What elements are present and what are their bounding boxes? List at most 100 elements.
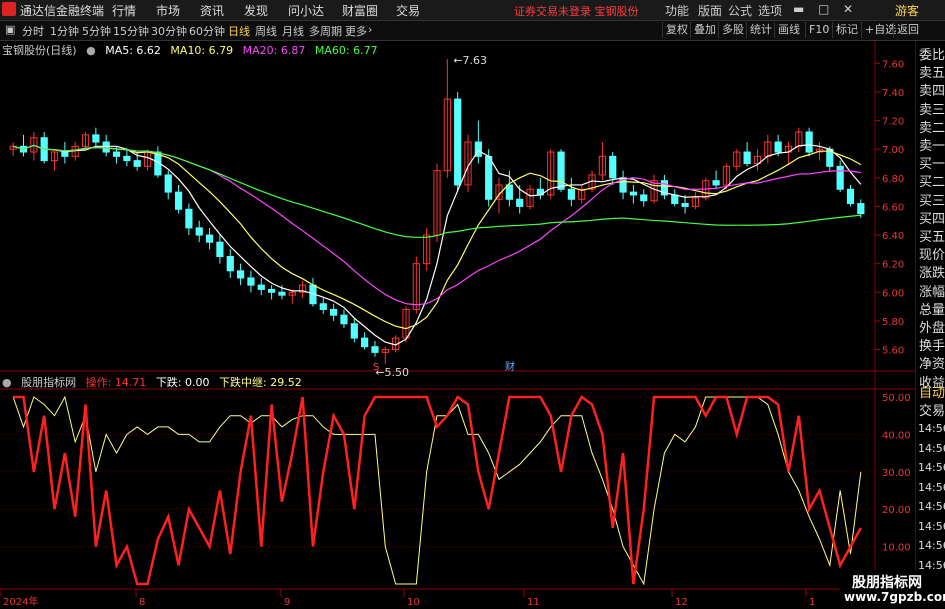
tool-fanhui[interactable]: 返回 (893, 22, 922, 38)
guest-label[interactable]: 游客 (895, 2, 919, 19)
menu-item-hangqing[interactable]: 行情 (112, 2, 136, 19)
quote-label: 买四 (919, 211, 945, 227)
low-price-label: ←5.50 (375, 366, 409, 379)
candle-body (505, 184, 513, 200)
indicator-name: 股朋指标网 (21, 376, 77, 389)
menu-bar: 通达信金融终端 行情 市场 资讯 发现 问小达 财富圈 交易 证券交易未登录 宝… (0, 0, 945, 21)
candle-body (112, 151, 121, 157)
maximize-icon[interactable]: □ (818, 2, 829, 16)
period-1min[interactable]: 1分钟 (50, 23, 79, 39)
app-title: 通达信金融终端 (20, 4, 105, 18)
indicator-tick-label: 10.00 (882, 543, 911, 554)
quote-label: 卖一 (919, 139, 945, 154)
candle-body (236, 270, 245, 279)
tool-f10[interactable]: F10 (805, 22, 832, 38)
period-daily[interactable]: 日线 (228, 23, 250, 39)
candle-body (454, 98, 462, 186)
candle-body (774, 141, 782, 153)
trade-time: 14:56 (918, 461, 945, 474)
quote-label: 买一 (919, 157, 945, 173)
period-30min[interactable]: 30分钟 (151, 23, 187, 39)
price-tick-label: 7.00 (882, 145, 904, 156)
menu-item-jiaoyi[interactable]: 交易 (396, 2, 420, 19)
menu-item-shichang[interactable]: 市场 (156, 2, 180, 19)
menu-item-xuanxiang[interactable]: 选项 (758, 2, 782, 19)
menu-item-zixun[interactable]: 资讯 (200, 2, 224, 19)
price-tick-label: 5.80 (882, 317, 904, 328)
quote-label: 卖四 (919, 84, 945, 100)
quote-panel: 委比 卖五 卖四 卖三 卖二 卖一 买一 买二 买三 买四 买五 现价 涨跌 涨幅 总量 外盘 换手 净资 收益 自动… (915, 41, 945, 609)
candles (9, 59, 865, 364)
x-tick-label: 9 (284, 597, 290, 608)
menu-item-caifuquan[interactable]: 财富圈 (342, 2, 378, 19)
candle-body (609, 155, 617, 179)
stock-info-bar: 宝钢股份(日线) ● MA5: 6.62 MA10: 6.79 MA20: 6.… (2, 42, 384, 58)
chevron-right-icon[interactable]: › (368, 23, 372, 36)
menu-item-faxian[interactable]: 发现 (244, 2, 268, 19)
trade-time: 14:56 (918, 539, 945, 552)
period-60min[interactable]: 60分钟 (189, 23, 225, 39)
menu-item-gongshi[interactable]: 公式 (728, 2, 752, 19)
tool-diejia[interactable]: 叠加 (690, 22, 719, 38)
period-5min[interactable]: 5分钟 (82, 23, 111, 39)
finance-marker: 财 (505, 360, 515, 373)
tool-fuquan[interactable]: 复权 (662, 22, 691, 38)
candle-body (671, 194, 679, 205)
candle-body (330, 308, 338, 316)
candle-body (857, 203, 865, 215)
ma20-label: MA20: 6.87 (242, 44, 306, 57)
high-price-label: ←7.63 (453, 54, 487, 67)
tool-duogu[interactable]: 多股 (718, 22, 747, 38)
x-tick-label: 10 (407, 597, 420, 608)
candle-body (712, 180, 720, 186)
price-tick-label: 7.60 (882, 59, 904, 70)
period-multi[interactable]: 多周期 (309, 23, 342, 39)
indicator-op: 操作: 14.71 (85, 376, 147, 389)
candle-body (185, 208, 193, 229)
period-weekly[interactable]: 周线 (255, 23, 277, 39)
candle-body (61, 151, 69, 157)
period-monthly[interactable]: 月线 (282, 23, 304, 39)
indicator-tick-label: 30.00 (882, 468, 911, 479)
menu-item-banmian[interactable]: 版面 (698, 2, 722, 19)
minimize-icon[interactable]: ▬ (793, 2, 804, 16)
tool-biaoji[interactable]: 标记 (832, 22, 861, 38)
trade-time: 14:56 (918, 422, 945, 435)
quote-label: 净资 (919, 357, 945, 373)
candle-body (247, 277, 255, 286)
candle-body (257, 284, 265, 290)
candle-body (485, 155, 493, 200)
trade-label: 交易 (919, 404, 945, 419)
candle-body (340, 314, 348, 325)
candle-body (195, 227, 203, 236)
x-tick-label: 12 (675, 597, 688, 608)
indicator-tick-label: 20.00 (882, 505, 911, 516)
op-indicator-line (13, 395, 862, 586)
quote-label: 外盘 (919, 321, 945, 336)
period-more[interactable]: 更多 (345, 23, 367, 39)
indicator-tick-label: 40.00 (882, 430, 911, 441)
close-icon[interactable]: ✕ (843, 2, 853, 16)
indicator-dot-icon[interactable]: ● (2, 376, 12, 389)
menu-item-gongneng[interactable]: 功能 (665, 2, 689, 19)
tool-tongji[interactable]: 统计 (746, 22, 775, 38)
candle-body (278, 291, 286, 296)
kline-chart[interactable]: ←7.63 ←5.50 财 S 7.60 7.40 7.20 7.00 6.80 6.60 6.40… (0, 41, 945, 609)
candle-body (92, 134, 100, 143)
toolbar-icon[interactable]: ▣ (5, 23, 15, 36)
settings-dot-icon[interactable]: ● (86, 44, 96, 57)
indicator-mid: 下跌中继: 29.52 (219, 376, 302, 389)
tool-huaxian[interactable]: 画线 (774, 22, 803, 38)
candle-body (371, 346, 379, 353)
stock-name: 宝钢股份(日线) (2, 44, 77, 57)
period-fenshi[interactable]: 分时 (22, 23, 44, 39)
quote-label: 卖二 (919, 120, 945, 136)
candle-body (516, 198, 524, 207)
auto-trade-toggle[interactable]: 自动 (919, 385, 945, 403)
candle-body (102, 141, 110, 153)
period-15min[interactable]: 15分钟 (113, 23, 149, 39)
ma60-label: MA60: 6.77 (314, 44, 378, 57)
menu-item-wenxiaoda[interactable]: 问小达 (288, 2, 324, 19)
ma10-label: MA10: 6.79 (170, 44, 234, 57)
price-tick-label: 6.60 (882, 202, 904, 213)
